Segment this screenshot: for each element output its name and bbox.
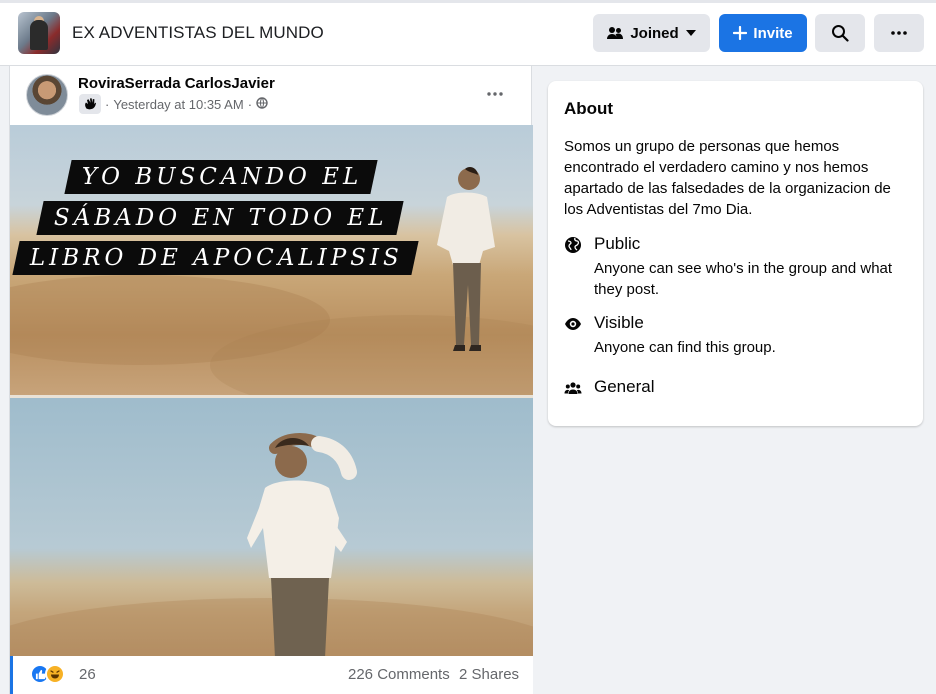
about-title: About: [564, 99, 614, 118]
invite-button[interactable]: Invite: [719, 14, 807, 52]
search-icon: [831, 24, 849, 42]
search-button[interactable]: [815, 14, 865, 52]
wave-badge-icon[interactable]: [79, 94, 101, 114]
privacy-label: Public: [594, 234, 641, 253]
group-type-label: General: [594, 377, 655, 396]
globe-small-icon: [256, 97, 268, 112]
post-author[interactable]: RoviraSerrada CarlosJavier: [78, 75, 275, 92]
comments-count[interactable]: 226 Comments: [348, 666, 450, 683]
group-cover-thumbnail[interactable]: [18, 12, 60, 54]
caret-down-icon: [685, 29, 697, 37]
meme-caption-line-1: YO BUSCANDO EL: [64, 160, 379, 194]
privacy-detail: Anyone can see who's in the group and wh…: [594, 260, 893, 298]
post-more-button[interactable]: [480, 80, 510, 104]
more-options-button[interactable]: [874, 14, 924, 52]
about-description: Somos un grupo de personas que hemos enc…: [564, 138, 891, 218]
reaction-icons[interactable]: [30, 664, 65, 684]
joined-label: Joined: [630, 24, 679, 42]
post-card: RoviraSerrada CarlosJavier · Yesterday a…: [9, 66, 533, 694]
walking-man-figure: [437, 167, 495, 351]
post-meta: · Yesterday at 10:35 AM ·: [105, 97, 268, 112]
searching-man-figure: [247, 433, 357, 656]
plus-icon: [733, 26, 748, 40]
meme-caption-line-3: LIBRO DE APOCALIPSIS: [12, 241, 419, 275]
eye-icon: [564, 315, 582, 333]
post-engagement-bar: 26 226 Comments 2 Shares: [10, 656, 533, 694]
post-timestamp[interactable]: Yesterday at 10:35 AM: [113, 97, 243, 112]
meme-image-bottom[interactable]: [10, 398, 533, 656]
visibility-detail: Anyone can find this group.: [594, 339, 776, 356]
haha-reaction-icon: [45, 664, 65, 684]
joined-button[interactable]: Joined: [593, 14, 710, 52]
group-name[interactable]: EX ADVENTISTAS DEL MUNDO: [72, 23, 324, 43]
reaction-count[interactable]: 26: [79, 666, 96, 683]
group-icon: [564, 379, 582, 397]
more-icon: [487, 83, 503, 101]
more-icon: [891, 31, 907, 35]
people-icon: [606, 25, 624, 41]
invite-label: Invite: [753, 24, 793, 42]
meme-caption-line-2: SÁBADO EN TODO EL: [36, 201, 404, 235]
about-card: About Somos un grupo de personas que hem…: [548, 81, 923, 426]
shares-count[interactable]: 2 Shares: [459, 666, 519, 683]
author-avatar[interactable]: [26, 74, 68, 116]
group-header: EX ADVENTISTAS DEL MUNDO Joined Invite: [0, 0, 936, 66]
globe-icon: [564, 236, 582, 254]
visibility-label: Visible: [594, 313, 644, 332]
meme-image-top[interactable]: YO BUSCANDO EL SÁBADO EN TODO EL LIBRO D…: [10, 125, 533, 395]
